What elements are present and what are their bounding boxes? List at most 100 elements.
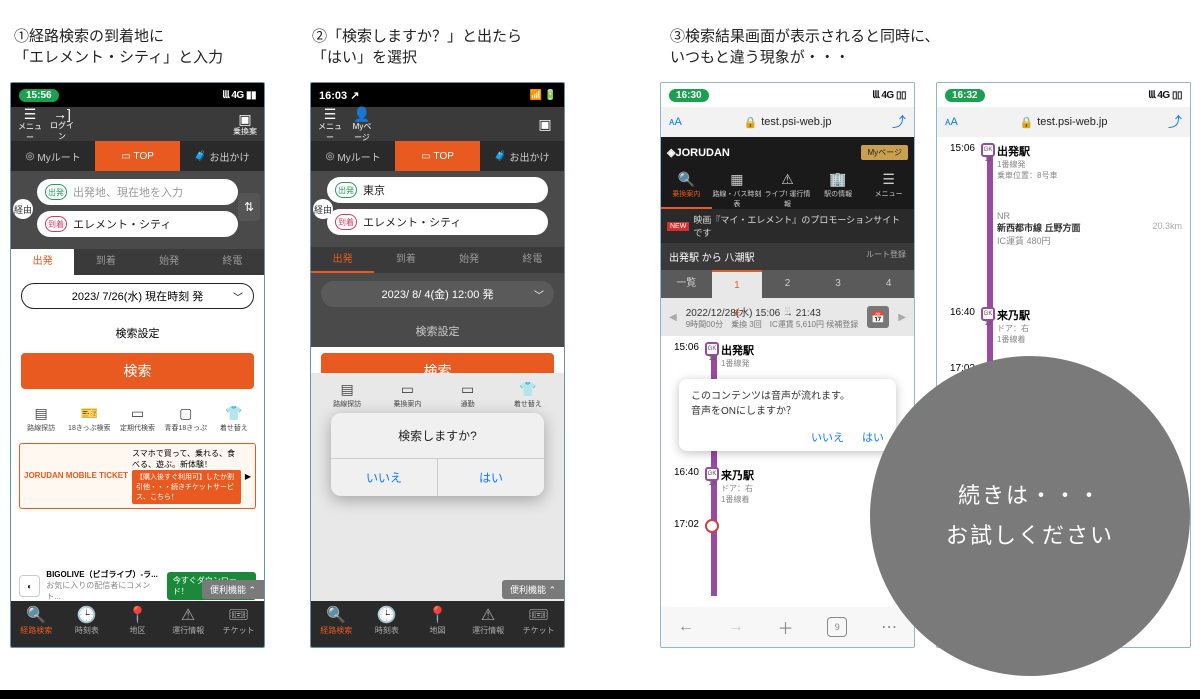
url-bar[interactable]: ᴀA 🔒test.psi-web.jp ⤴ bbox=[937, 107, 1190, 137]
search-settings-link[interactable]: 検索設定 bbox=[11, 317, 264, 349]
jn-transfer[interactable]: 🔍乗換案内 bbox=[661, 167, 712, 209]
time-2: 16:40 bbox=[663, 467, 699, 478]
subtab-last[interactable]: 終電 bbox=[201, 249, 264, 275]
subtab-arr[interactable]: 到着 bbox=[74, 249, 137, 275]
subtab-first[interactable]: 始発 bbox=[138, 249, 201, 275]
rtab-4[interactable]: 4 bbox=[863, 270, 914, 298]
datetime-select[interactable]: 2023/ 7/26(水) 現在時刻 発﹀ bbox=[21, 283, 254, 309]
bn-ticket[interactable]: 🎟チケット bbox=[213, 601, 264, 647]
swap-icon[interactable]: ⇅ bbox=[238, 193, 260, 221]
feat-5[interactable]: 👕着せ替え bbox=[212, 405, 256, 433]
prev-button[interactable]: ◀ bbox=[669, 312, 677, 323]
subtab-dep[interactable]: 出発 bbox=[311, 247, 374, 273]
rtab-3[interactable]: 3 bbox=[813, 270, 864, 298]
time-1: 15:06 bbox=[939, 143, 975, 154]
feat-1[interactable]: ▤路線探訪 bbox=[19, 405, 63, 433]
subtab-last[interactable]: 終電 bbox=[501, 247, 564, 273]
share-icon[interactable]: ⤴ bbox=[892, 112, 906, 132]
text-size-icon[interactable]: ᴀA bbox=[945, 116, 958, 128]
tab-odekake[interactable]: 🧳 お出かけ bbox=[480, 141, 564, 171]
jn-station[interactable]: 🏢駅の情報 bbox=[813, 167, 864, 209]
tab-top[interactable]: ▭ TOP bbox=[395, 141, 479, 171]
to-input[interactable]: 到着エレメント・シティ bbox=[37, 211, 238, 237]
subtab-dep[interactable]: 出発 bbox=[11, 249, 74, 275]
feat-3[interactable]: ▭定期代検索 bbox=[115, 405, 159, 433]
brand-logo[interactable]: ◈JORUDAN bbox=[667, 146, 730, 159]
menu-icon[interactable]: ☰メニュー bbox=[17, 106, 43, 143]
line-info-1[interactable]: NR新西都市線 丘野方面 20.3kmIC運賃 480円 bbox=[997, 211, 1182, 247]
chevron-right-icon: ▶ bbox=[245, 472, 251, 481]
node-2: GK13 bbox=[981, 307, 995, 321]
util-tag[interactable]: 便利機能 ⌃ bbox=[202, 580, 264, 599]
feat-4[interactable]: ▢青春18きっぷ bbox=[164, 405, 208, 433]
station-2[interactable]: 来乃駅 bbox=[997, 307, 1182, 323]
subtab-first[interactable]: 始発 bbox=[438, 247, 501, 273]
menu-icon[interactable]: ☰メニュー bbox=[317, 106, 343, 143]
bn-timetable[interactable]: 🕒時刻表 bbox=[62, 601, 113, 647]
feat-2[interactable]: 🎫18きっぷ検索 bbox=[67, 405, 111, 433]
fwd-icon[interactable]: → bbox=[728, 618, 744, 636]
share-icon[interactable]: ⤴ bbox=[1168, 112, 1182, 132]
bn-info[interactable]: ⚠運行情報 bbox=[463, 601, 514, 647]
jn-menu[interactable]: ☰メニュー bbox=[863, 167, 914, 209]
more-icon[interactable]: ⋯ bbox=[881, 617, 897, 637]
modal-yes-button[interactable]: はい bbox=[438, 459, 544, 496]
back-icon[interactable]: ← bbox=[678, 618, 694, 636]
ad-banner-1[interactable]: JORUDAN MOBILE TICKET スマホで買って、乗れる、食べる、遊ぶ… bbox=[19, 443, 256, 509]
calendar-icon[interactable]: 📅 bbox=[867, 306, 889, 328]
status-bar: 16:32 𝗅𝗅𝗅 4G ▯▯ bbox=[937, 83, 1190, 107]
rtab-list[interactable]: 一覧 bbox=[661, 270, 712, 298]
feat-3[interactable]: ▭通勤 bbox=[440, 381, 496, 409]
tab-myroute[interactable]: ◎ Myルート bbox=[11, 141, 95, 171]
bn-area[interactable]: 📍地区 bbox=[112, 601, 163, 647]
text-size-icon[interactable]: ᴀA bbox=[669, 116, 682, 128]
subtab-arr[interactable]: 到着 bbox=[374, 247, 437, 273]
util-tag[interactable]: 便利機能 ⌃ bbox=[502, 580, 564, 599]
tabs-icon[interactable]: 9 bbox=[827, 617, 847, 637]
status-time: 16:32 bbox=[945, 89, 985, 102]
feat-1[interactable]: ▤路線探訪 bbox=[319, 381, 375, 409]
status-time: 15:56 bbox=[19, 89, 59, 102]
audio-modal: このコンテンツは音声が流れます。 音声をONにしますか？ いいえはい bbox=[679, 379, 896, 451]
bn-info[interactable]: ⚠運行情報 bbox=[163, 601, 214, 647]
bn-ticket[interactable]: 🎟チケット bbox=[513, 601, 564, 647]
tab-odekake[interactable]: 🧳 お出かけ bbox=[180, 141, 264, 171]
rtab-2[interactable]: 2早 bbox=[762, 270, 813, 298]
search-button[interactable]: 検索 bbox=[21, 353, 254, 389]
station-1[interactable]: 出発駅 bbox=[721, 342, 906, 358]
mypage-button[interactable]: Myページ bbox=[861, 145, 908, 160]
modal-yes-button[interactable]: はい bbox=[862, 429, 884, 445]
tab-top[interactable]: ▭ TOP bbox=[95, 141, 179, 171]
datetime-select[interactable]: 2023/ 8/ 4(金) 12:00 発﹀ bbox=[321, 281, 554, 307]
bn-map[interactable]: 📍地図 bbox=[412, 601, 463, 647]
next-button[interactable]: ▶ bbox=[898, 312, 906, 323]
jn-live[interactable]: ⚠ライブ! 運行情報 bbox=[762, 167, 813, 209]
ticket-icon[interactable]: ▣乗換案 bbox=[232, 111, 258, 137]
via-button[interactable]: 経由 bbox=[313, 199, 333, 219]
status-signal: 📶 🔋 bbox=[530, 90, 556, 101]
route-register[interactable]: ルート登録 bbox=[866, 249, 906, 264]
jn-timetable[interactable]: ▦路線・バス時刻表 bbox=[712, 167, 763, 209]
bn-route[interactable]: 🔍経路検索 bbox=[11, 601, 62, 647]
station-1[interactable]: 出発駅 bbox=[997, 143, 1182, 159]
login-icon[interactable]: →]ログイン bbox=[49, 106, 75, 142]
from-input[interactable]: 出発出発地、現在地を入力 bbox=[37, 179, 238, 205]
feat-4[interactable]: 👕着せ替え bbox=[500, 381, 556, 409]
to-input[interactable]: 到着エレメント・シティ bbox=[327, 209, 548, 235]
mypage-icon[interactable]: 👤Myページ bbox=[349, 106, 375, 143]
feat-2[interactable]: ▭乗換案内 bbox=[379, 381, 435, 409]
via-button[interactable]: 経由 bbox=[13, 199, 33, 219]
search-settings-link[interactable]: 検索設定 bbox=[311, 315, 564, 347]
bn-timetable[interactable]: 🕒時刻表 bbox=[362, 601, 413, 647]
caption-3: ③検索結果画面が表示されると同時に、 いつもと違う現象が・・・ bbox=[670, 26, 1090, 68]
ticket-icon[interactable]: ▣ bbox=[532, 116, 558, 133]
url-bar[interactable]: ᴀA 🔒test.psi-web.jp ⤴ bbox=[661, 107, 914, 137]
rtab-1[interactable]: 1安 bbox=[712, 270, 763, 298]
news-line[interactable]: NEW映画『マイ・エレメント』のプロモーションサイトです bbox=[661, 209, 914, 243]
from-input[interactable]: 出発東京 bbox=[327, 177, 548, 203]
newtab-icon[interactable]: ＋ bbox=[777, 615, 793, 639]
bn-route[interactable]: 🔍経路検索 bbox=[311, 601, 362, 647]
tab-myroute[interactable]: ◎ Myルート bbox=[311, 141, 395, 171]
modal-no-button[interactable]: いいえ bbox=[331, 459, 438, 496]
modal-no-button[interactable]: いいえ bbox=[811, 429, 844, 445]
